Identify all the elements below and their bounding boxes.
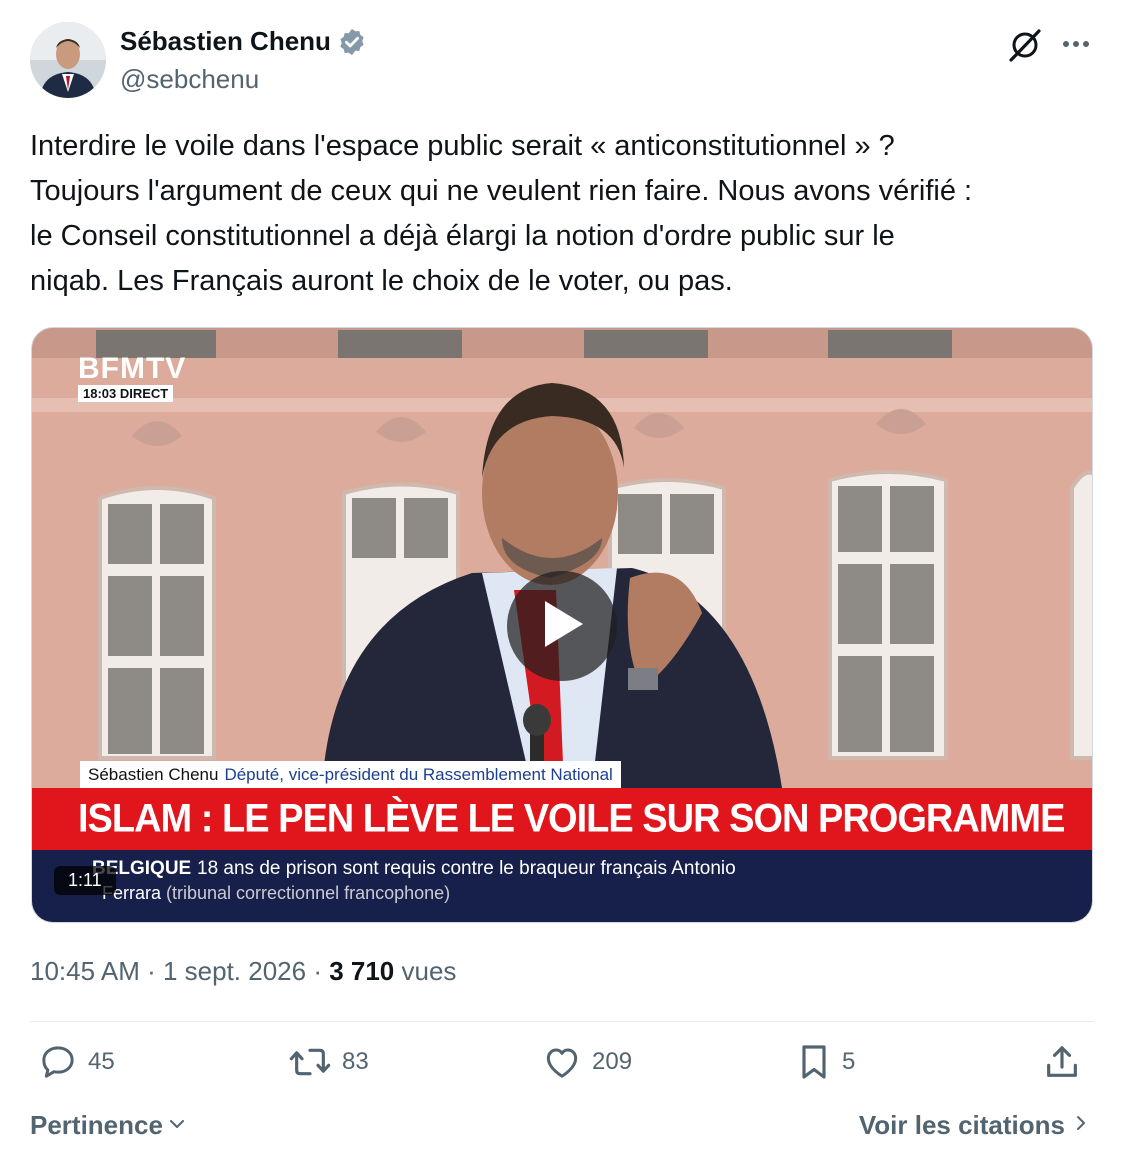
- bookmark-icon: [796, 1042, 832, 1082]
- repost-icon: [288, 1042, 332, 1082]
- bookmark-button[interactable]: 5: [796, 1042, 855, 1082]
- ticker-line-2-rest: (tribunal correctionnel francophone): [161, 883, 451, 903]
- ticker-line-1: 18 ans de prison sont requis contre le b…: [197, 858, 736, 879]
- lower-third-person: Sébastien Chenu: [88, 765, 219, 784]
- tweet-time[interactable]: 10:45 AM: [30, 956, 140, 986]
- reply-count: 45: [88, 1048, 115, 1075]
- reply-button[interactable]: 45: [38, 1042, 115, 1082]
- video-duration: 1:11: [54, 866, 116, 895]
- display-name[interactable]: Sébastien Chenu: [120, 26, 331, 57]
- meta-separator-2: ·: [306, 956, 330, 986]
- tweet-date[interactable]: 1 sept. 2026: [163, 956, 306, 986]
- play-icon: [539, 599, 585, 654]
- like-button[interactable]: 209: [542, 1042, 632, 1082]
- grok-icon[interactable]: [1008, 26, 1044, 62]
- sort-label: Pertinence: [30, 1110, 163, 1140]
- views-count: 3 710: [329, 956, 395, 986]
- view-quotes-link[interactable]: Voir les citations: [859, 1110, 1089, 1141]
- ticker-line-2: Ferrara (tribunal correctionnel francoph…: [102, 883, 450, 904]
- name-row: Sébastien Chenu: [120, 26, 367, 57]
- repost-button[interactable]: 83: [288, 1042, 369, 1082]
- video-headline: ISLAM : LE PEN LÈVE LE VOILE SUR SON PRO…: [78, 796, 1065, 842]
- share-icon: [1042, 1042, 1082, 1082]
- lower-third-role: Député, vice-président du Rassemblement …: [224, 765, 613, 784]
- tweet-text: Interdire le voile dans l'espace public …: [30, 130, 973, 297]
- heart-icon: [542, 1042, 582, 1082]
- quotes-label: Voir les citations: [858, 1110, 1065, 1140]
- chevron-right-icon: [1073, 1110, 1089, 1141]
- sort-replies-dropdown[interactable]: Pertinence: [30, 1110, 187, 1141]
- more-options-icon[interactable]: [1056, 26, 1096, 62]
- share-button[interactable]: [1042, 1042, 1082, 1082]
- meta-separator-1: ·: [139, 956, 163, 986]
- repost-count: 83: [342, 1048, 369, 1075]
- bookmark-count: 5: [842, 1048, 856, 1075]
- user-handle[interactable]: @sebchenu: [120, 64, 259, 95]
- tweet-header: Sébastien Chenu @sebchenu: [30, 22, 1094, 100]
- avatar[interactable]: [30, 22, 106, 98]
- like-count: 209: [592, 1048, 633, 1075]
- divider: [30, 1021, 1094, 1022]
- tweet-meta: 10:45 AM · 1 sept. 2026 · 3 710 vues: [30, 956, 456, 987]
- views-label: vues: [394, 956, 457, 986]
- action-bar: 45 83 209 5: [30, 1042, 1094, 1094]
- play-button[interactable]: [507, 571, 617, 681]
- live-badge: 18:03 DIRECT: [78, 385, 174, 402]
- channel-logo: BFMTV: [78, 352, 187, 385]
- video-player[interactable]: BFMTV 18:03 DIRECT Sébastien Chenu Déput…: [31, 327, 1093, 923]
- reply-icon: [38, 1042, 78, 1082]
- chevron-down-icon: [167, 1110, 187, 1141]
- verified-badge-icon: [337, 27, 367, 57]
- lower-third-name: Sébastien Chenu Député, vice-président d…: [80, 761, 621, 789]
